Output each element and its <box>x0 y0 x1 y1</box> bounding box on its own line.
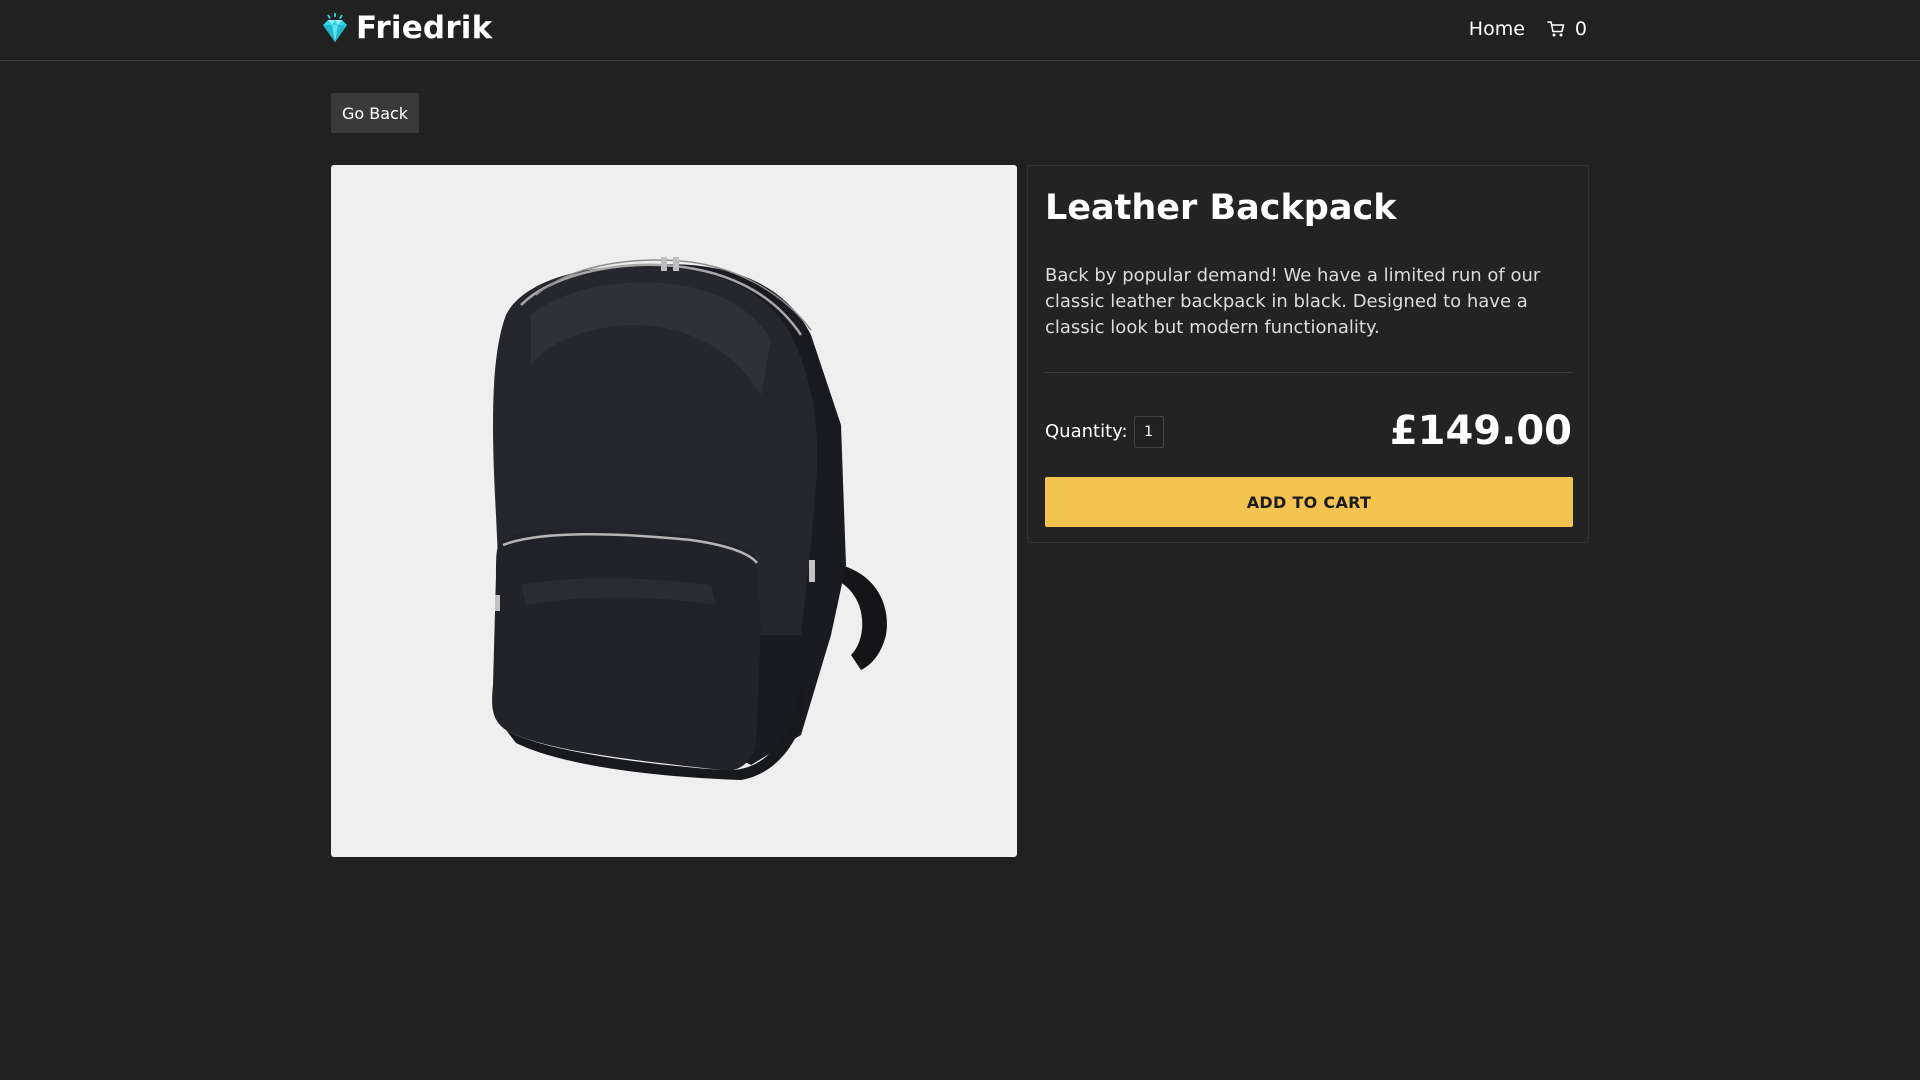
quantity-row: Quantity: <box>1045 416 1164 448</box>
nav-links: Home 0 <box>1469 16 1587 42</box>
product-image <box>331 165 1017 857</box>
quantity-label: Quantity: <box>1045 421 1128 442</box>
add-to-cart-button[interactable]: ADD TO CART <box>1045 477 1573 527</box>
quantity-input[interactable] <box>1133 416 1164 448</box>
navbar: Friedrik Home 0 <box>0 0 1920 61</box>
product-title: Leather Backpack <box>1045 188 1397 228</box>
divider <box>1045 372 1573 373</box>
gem-icon <box>318 12 352 44</box>
product-description: Back by popular demand! We have a limite… <box>1045 265 1541 338</box>
go-back-button[interactable]: Go Back <box>331 93 419 133</box>
cart-count: 0 <box>1574 18 1587 40</box>
nav-cart-link[interactable]: 0 <box>1547 16 1587 42</box>
nav-home-link[interactable]: Home <box>1469 16 1525 42</box>
cart-icon <box>1547 20 1565 38</box>
product-price: £149.00 <box>1389 408 1572 454</box>
backpack-image <box>492 257 887 780</box>
brand-logo[interactable]: Friedrik <box>318 9 492 47</box>
product-details-card: Leather Backpack Back by popular demand!… <box>1027 165 1589 543</box>
brand-name: Friedrik <box>356 10 493 46</box>
